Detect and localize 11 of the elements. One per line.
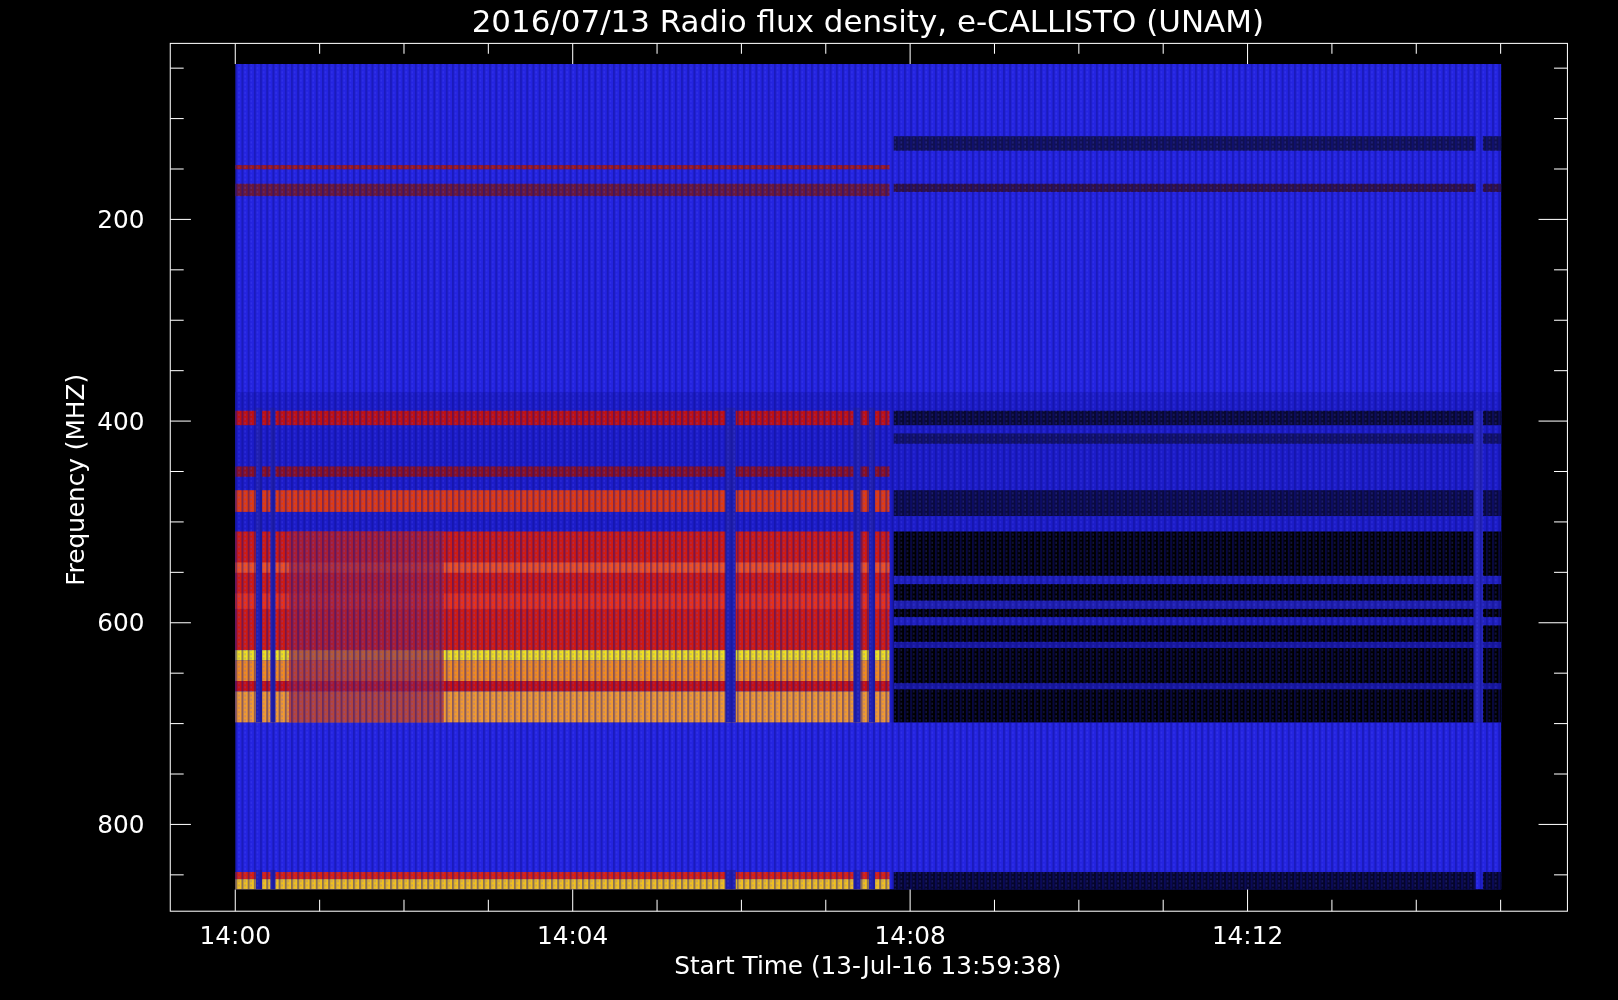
y-tick-label: 200	[97, 205, 145, 235]
x-tick-label: 14:04	[537, 921, 609, 951]
x-tick-label: 14:00	[199, 921, 271, 951]
y-tick-label: 400	[97, 406, 145, 436]
x-axis-label: Start Time (13-Jul-16 13:59:38)	[674, 951, 1062, 981]
chart-title: 2016/07/13 Radio flux density, e-CALLISTO (UNAM)	[471, 3, 1264, 40]
x-tick-label: 14:08	[874, 921, 946, 951]
y-tick-label: 600	[97, 608, 145, 638]
x-tick-label: 14:12	[1211, 921, 1284, 951]
y-tick-label: 800	[97, 809, 145, 839]
y-axis-label: Frequency (MHZ)	[60, 373, 90, 586]
